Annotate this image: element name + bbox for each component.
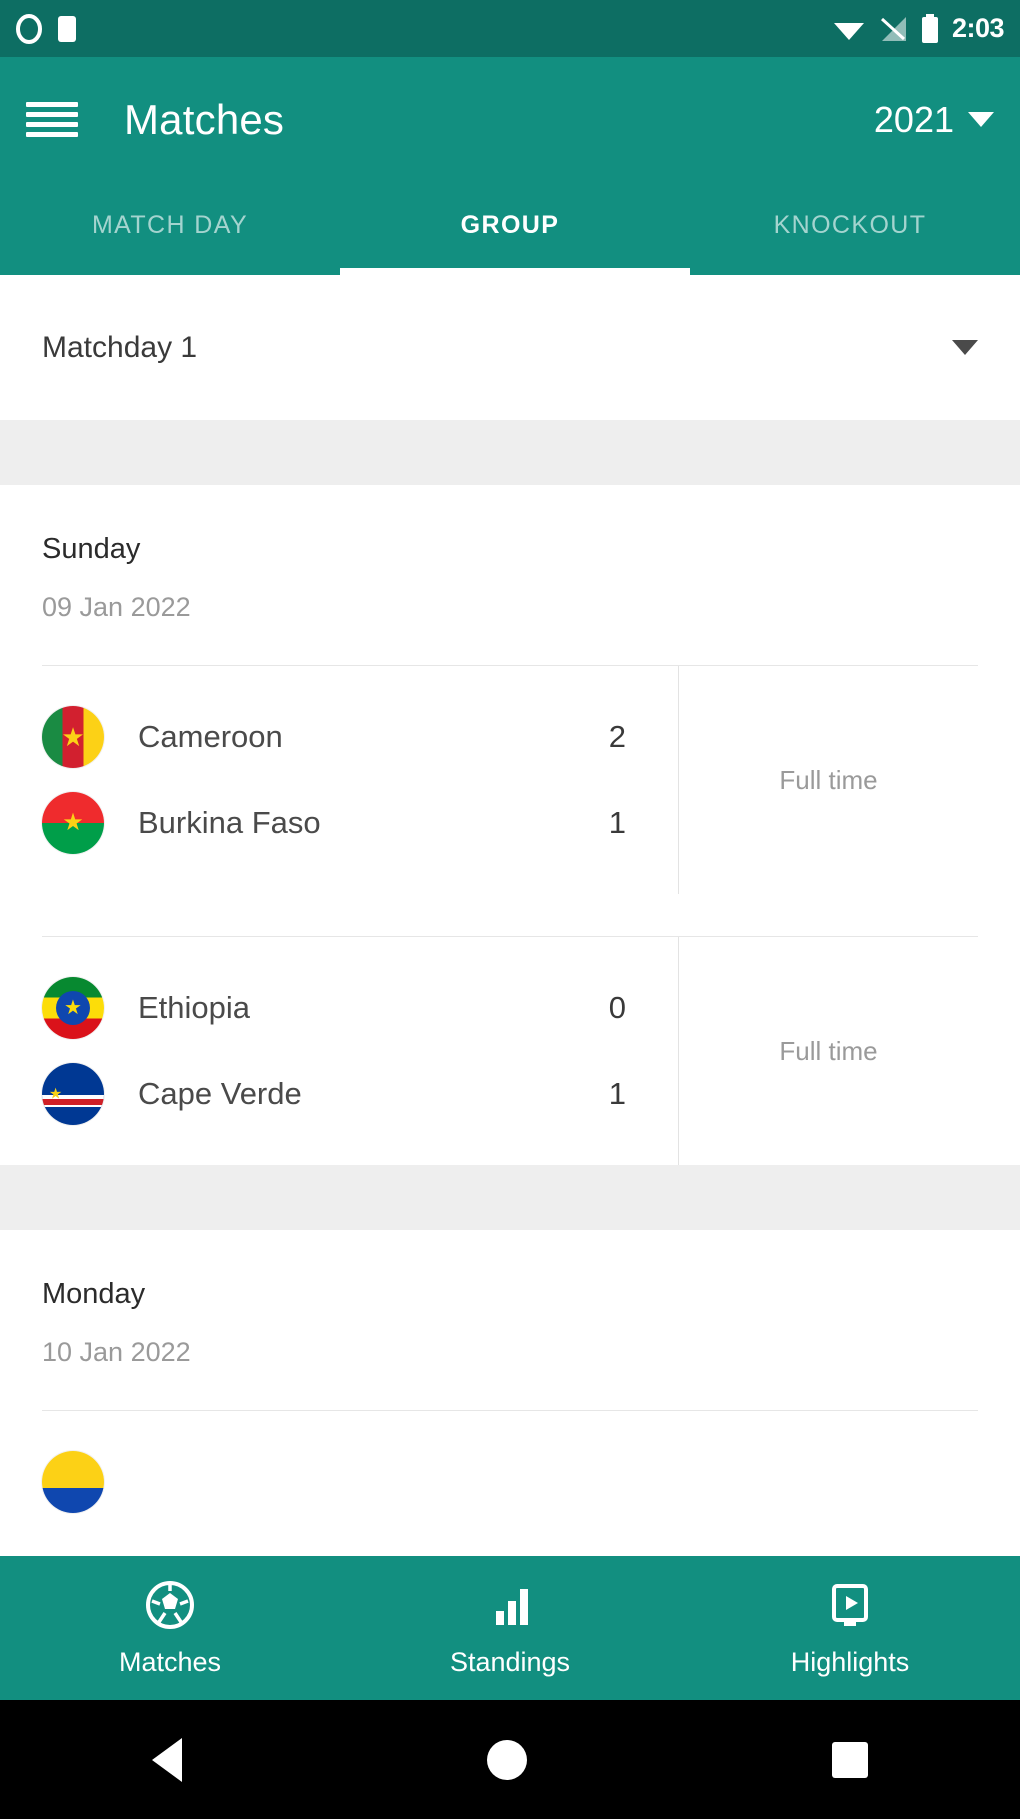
day-header: Sunday 09 Jan 2022: [0, 485, 1020, 623]
soccer-ball-icon: [146, 1580, 194, 1629]
bottom-nav-standings[interactable]: Standings: [340, 1556, 680, 1700]
status-bar-left-icons: [16, 13, 78, 44]
status-bar-clock: 2:03: [951, 13, 1005, 43]
match-teams: [42, 1411, 978, 1553]
match-status-label: Full time: [779, 1035, 878, 1066]
ethiopia-flag: ★: [42, 977, 104, 1039]
day-date: 10 Jan 2022: [42, 1337, 191, 1367]
bottom-nav-label: Standings: [449, 1646, 571, 1677]
match-row[interactable]: ★ Ethiopia 0 ★ Cape Verde 1 Full time: [0, 937, 1020, 1165]
team-score: 0: [608, 990, 626, 1025]
team-row-away: ★ Burkina Faso 1: [42, 780, 678, 866]
team-row-home: ★ Cameroon 2: [42, 694, 678, 780]
team-row-home: ★ Ethiopia 0: [42, 965, 678, 1051]
match-teams: ★ Ethiopia 0 ★ Cape Verde 1: [42, 937, 678, 1165]
android-navigation-bar: [0, 1700, 1020, 1819]
home-circle-icon[interactable]: [486, 1739, 527, 1780]
chevron-down-icon: [952, 340, 978, 355]
day-date: 09 Jan 2022: [42, 592, 191, 622]
back-triangle-icon[interactable]: [152, 1737, 183, 1782]
match-teams: ★ Cameroon 2 ★ Burkina Faso 1: [42, 666, 678, 894]
day-group-monday: Monday 10 Jan 2022: [0, 1230, 1020, 1553]
cameroon-flag: ★: [42, 706, 104, 768]
bar-chart-icon: [496, 1588, 528, 1625]
team-name: Burkina Faso: [138, 805, 321, 840]
day-header: Monday 10 Jan 2022: [0, 1230, 1020, 1368]
team-score: 2: [608, 719, 626, 754]
cellular-signal-icon: [880, 16, 906, 41]
matchday-dropdown[interactable]: Matchday 1: [0, 275, 1020, 420]
team-name: Cameroon: [138, 719, 283, 754]
battery-icon: [921, 13, 938, 43]
partial-flag: [42, 1451, 104, 1513]
page-title: Matches: [124, 95, 285, 143]
status-bar: 2:03: [0, 0, 1020, 57]
bottom-nav-highlights[interactable]: Highlights: [680, 1556, 1020, 1700]
status-bar-right-icons: 2:03: [832, 13, 1005, 44]
cape-verde-flag: ★: [42, 1063, 104, 1125]
tab-match-day[interactable]: MATCH DAY: [0, 182, 340, 275]
bottom-nav-label: Matches: [118, 1646, 222, 1677]
season-selector[interactable]: 2021: [874, 99, 994, 141]
match-row[interactable]: ★ Cameroon 2 ★ Burkina Faso 1 Full time: [0, 666, 1020, 894]
team-name: Cape Verde: [138, 1076, 302, 1111]
recents-square-icon[interactable]: [831, 1741, 868, 1778]
match-row[interactable]: [0, 1411, 1020, 1553]
bottom-nav-matches[interactable]: Matches: [0, 1556, 340, 1700]
wifi-icon: [833, 22, 864, 40]
day-name: Monday: [42, 1278, 146, 1310]
tab-group[interactable]: GROUP: [340, 182, 680, 275]
tab-knockout[interactable]: KNOCKOUT: [680, 182, 1020, 275]
sim-card-icon: [58, 15, 76, 42]
app-bar: Matches 2021: [0, 57, 1020, 182]
tab-bar: MATCH DAY GROUP KNOCKOUT: [0, 182, 1020, 275]
match-status: Full time: [678, 666, 978, 894]
team-score: 1: [608, 805, 626, 840]
team-name: Ethiopia: [138, 990, 251, 1025]
chevron-down-icon: [968, 112, 994, 127]
burkina-faso-flag: ★: [42, 792, 104, 854]
section-divider-band: [0, 1165, 1020, 1230]
day-group-sunday: Sunday 09 Jan 2022 ★ Cameroon 2 ★ Burkin…: [0, 485, 1020, 1165]
tab-active-indicator: [340, 268, 690, 275]
record-icon: [16, 13, 42, 44]
team-score: 1: [608, 1076, 626, 1111]
bottom-nav-label: Highlights: [790, 1646, 910, 1677]
team-row-away: ★ Cape Verde 1: [42, 1051, 678, 1137]
day-name: Sunday: [42, 533, 141, 565]
match-status: Full time: [678, 937, 978, 1165]
section-divider-band: [0, 420, 1020, 485]
video-play-icon: [832, 1583, 868, 1626]
bottom-navigation: Matches Standings Highlights: [0, 1556, 1020, 1700]
matchday-dropdown-label: Matchday 1: [42, 330, 198, 364]
match-status-label: Full time: [779, 764, 878, 795]
match-list-scroll[interactable]: Matchday 1 Sunday 09 Jan 2022 ★ Cameroon…: [0, 275, 1020, 1616]
team-row-home: [42, 1439, 978, 1525]
phone-screen: 2:03 Matches 2021 MATCH DAY GROUP KNOCKO…: [0, 0, 1020, 1819]
season-selector-label: 2021: [873, 98, 954, 140]
hamburger-menu-icon[interactable]: [26, 101, 78, 138]
